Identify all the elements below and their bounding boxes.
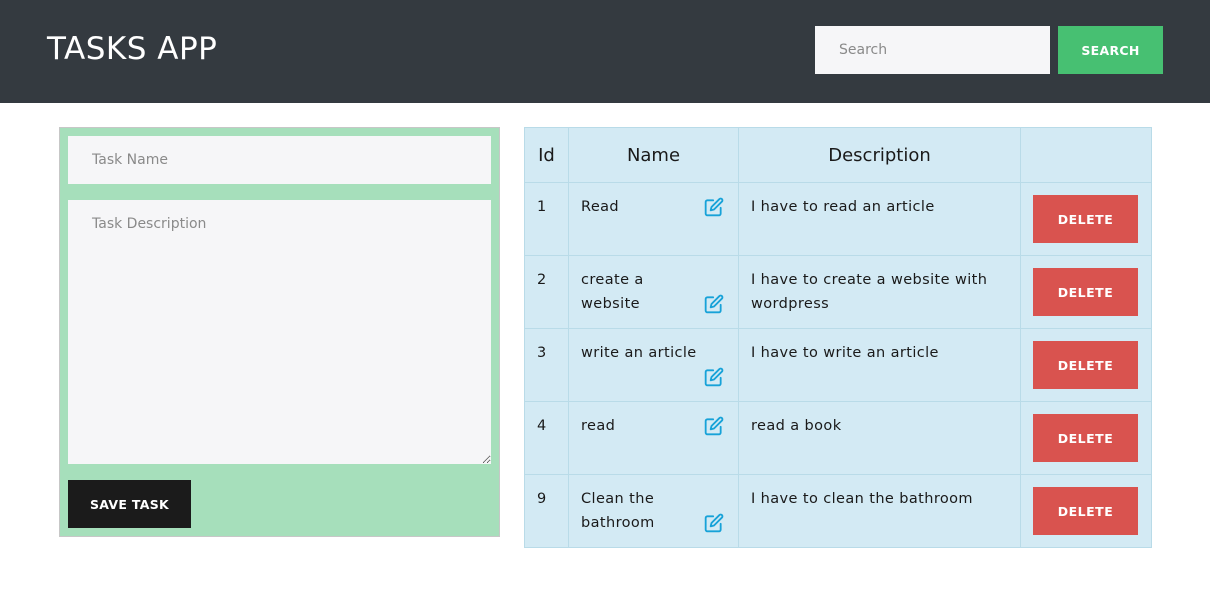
search-button[interactable]: SEARCH: [1058, 26, 1163, 74]
task-name: Read: [581, 199, 620, 215]
table-row: 1 Read I have to read an article DELETE: [524, 182, 1152, 256]
task-description: I have to write an article: [738, 328, 1021, 402]
task-action-cell: DELETE: [1020, 255, 1152, 329]
edit-icon[interactable]: [704, 367, 724, 387]
table-row: 2 create a website I have to create a webs…: [524, 255, 1152, 329]
task-action-cell: DELETE: [1020, 401, 1152, 475]
task-id: 9: [524, 474, 569, 548]
table-header-row: Id Name Description: [524, 127, 1152, 183]
task-name: Clean the bathroom: [581, 491, 655, 531]
table-row: 9 Clean the bathroom I have to clean the b…: [524, 474, 1152, 548]
task-description: I have to clean the bathroom: [738, 474, 1021, 548]
column-header-name: Name: [568, 127, 739, 183]
edit-icon[interactable]: [704, 513, 724, 533]
task-name-cell: create a website: [568, 255, 739, 329]
edit-icon[interactable]: [704, 294, 724, 314]
task-name-cell: Clean the bathroom: [568, 474, 739, 548]
table-row: 4 read read a book DELETE: [524, 401, 1152, 475]
tasks-table: Id Name Description 1 Read I have to read …: [524, 127, 1152, 548]
edit-icon[interactable]: [704, 416, 724, 436]
tasks-table-container: Id Name Description 1 Read I have to read …: [524, 127, 1152, 548]
delete-button[interactable]: DELETE: [1033, 268, 1138, 316]
column-header-id: Id: [524, 127, 569, 183]
table-row: 3 write an article I have to write an arti…: [524, 328, 1152, 402]
app-title: TASKS APP: [47, 31, 218, 67]
navbar: TASKS APP SEARCH: [0, 0, 1210, 103]
task-name: read: [581, 418, 616, 434]
task-name: create a website: [581, 272, 644, 312]
task-description: read a book: [738, 401, 1021, 475]
task-action-cell: DELETE: [1020, 182, 1152, 256]
task-action-cell: DELETE: [1020, 328, 1152, 402]
task-name-cell: Read: [568, 182, 739, 256]
task-id: 4: [524, 401, 569, 475]
task-id: 1: [524, 182, 569, 256]
delete-button[interactable]: DELETE: [1033, 487, 1138, 535]
task-form: SAVE TASK: [59, 127, 500, 537]
delete-button[interactable]: DELETE: [1033, 195, 1138, 243]
task-name-cell: write an article: [568, 328, 739, 402]
column-header-actions: [1020, 127, 1152, 183]
column-header-description: Description: [738, 127, 1021, 183]
task-id: 3: [524, 328, 569, 402]
task-name: write an article: [581, 345, 697, 361]
delete-button[interactable]: DELETE: [1033, 341, 1138, 389]
task-action-cell: DELETE: [1020, 474, 1152, 548]
search-input[interactable]: [815, 26, 1050, 74]
save-task-button[interactable]: SAVE TASK: [68, 480, 191, 528]
task-description-input[interactable]: [68, 200, 491, 464]
task-name-cell: read: [568, 401, 739, 475]
task-name-input[interactable]: [68, 136, 491, 184]
task-description: I have to read an article: [738, 182, 1021, 256]
edit-icon[interactable]: [704, 197, 724, 217]
task-description: I have to create a website with wordpres…: [738, 255, 1021, 329]
delete-button[interactable]: DELETE: [1033, 414, 1138, 462]
task-id: 2: [524, 255, 569, 329]
